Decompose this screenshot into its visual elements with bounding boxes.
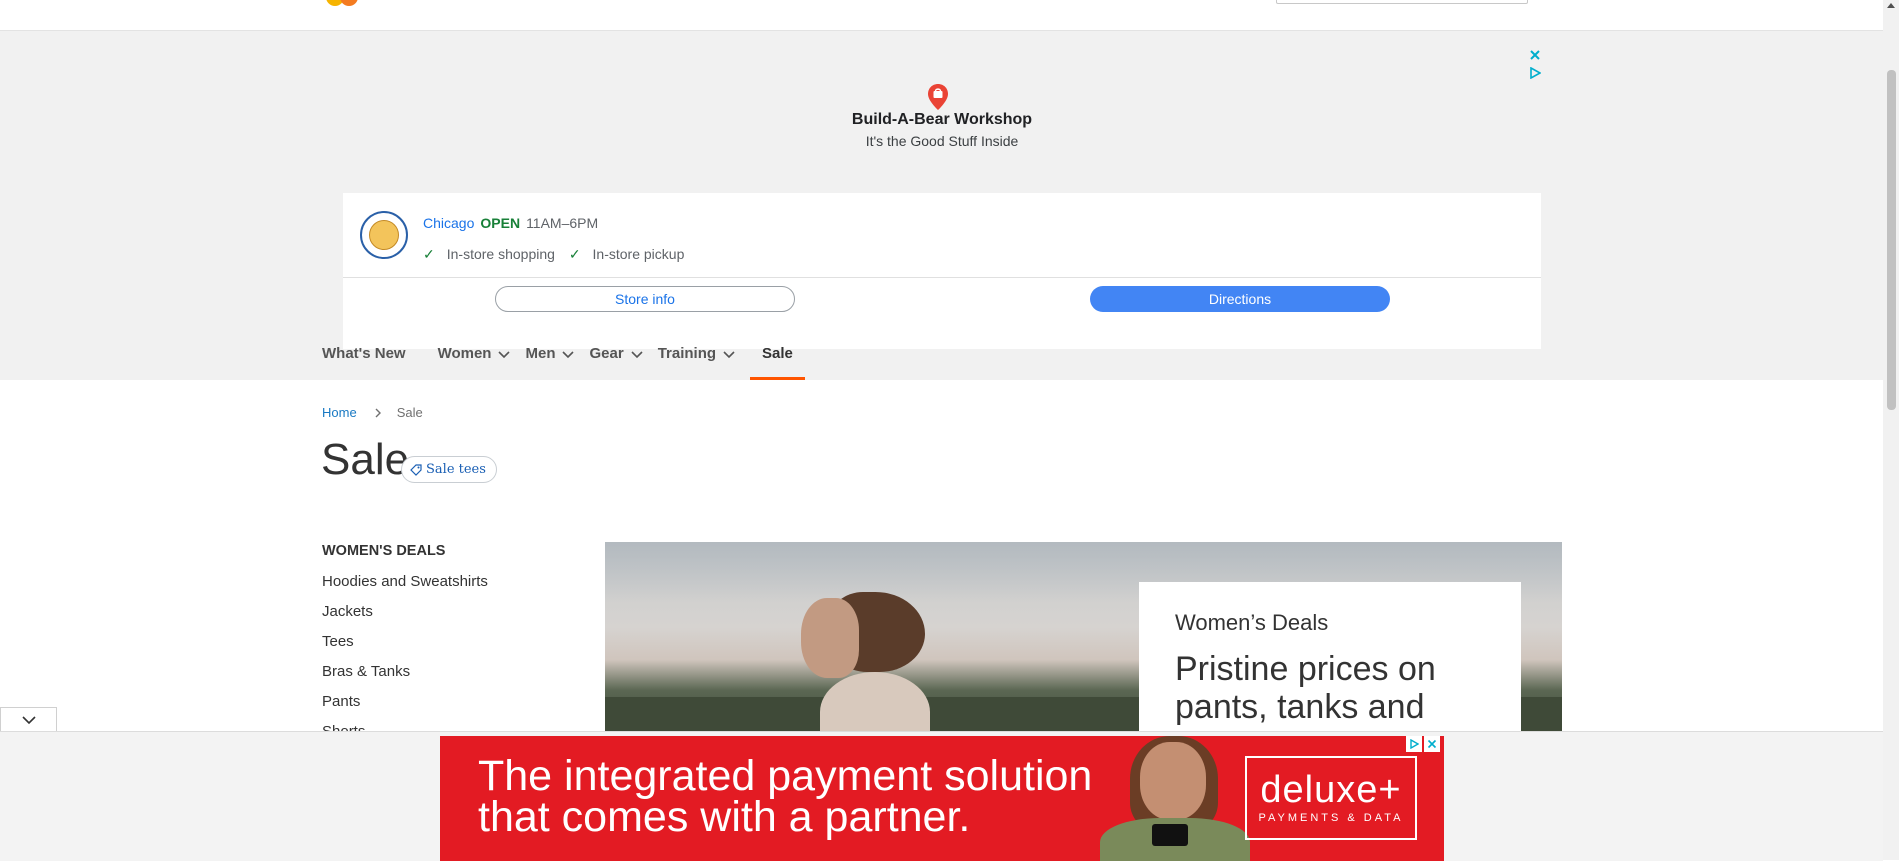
promo-card[interactable]: Women’s Deals Pristine prices on pants, … [1139, 582, 1521, 732]
promo-headline: Pristine prices on pants, tanks and [1175, 650, 1436, 726]
tag-label: Sale tees [426, 462, 486, 477]
close-icon[interactable] [1424, 736, 1440, 752]
banner-person-image [1080, 736, 1270, 861]
adchoices-icon[interactable] [1406, 736, 1422, 752]
nav-item-sale[interactable]: Sale [750, 342, 805, 380]
store-feature: In-store pickup [592, 246, 685, 262]
sidebar-item-pants[interactable]: Pants [322, 693, 488, 723]
sidebar-title: WOMEN'S DEALS [322, 543, 446, 559]
divider [343, 277, 1541, 278]
breadcrumb-current: Sale [396, 405, 423, 420]
site-header [0, 0, 1883, 31]
brand-name: deluxe+ [1260, 769, 1402, 811]
nav-item-men[interactable]: Men [525, 342, 575, 377]
store-hours: 11AM–6PM [526, 215, 599, 231]
nav-label: Gear [589, 345, 624, 362]
main-nav: What's New Women Men Gear Training Sale [322, 342, 805, 380]
check-icon: ✓ [568, 246, 581, 262]
directions-button[interactable]: Directions [1090, 286, 1390, 312]
nav-item-women[interactable]: Women [438, 342, 512, 377]
sticky-ad-bar: The integrated payment solution that com… [0, 731, 1883, 861]
nav-item-gear[interactable]: Gear [589, 342, 643, 377]
hero-model-shoulder [820, 672, 930, 732]
deluxe-ad-banner[interactable]: The integrated payment solution that com… [440, 736, 1444, 861]
sidebar-item-hoodies[interactable]: Hoodies and Sweatshirts [322, 573, 488, 603]
close-icon[interactable] [1529, 49, 1541, 61]
sidebar-item-tees[interactable]: Tees [322, 633, 488, 663]
business-tagline: It's the Good Stuff Inside [865, 133, 1019, 149]
sale-tees-tag[interactable]: Sale tees [401, 456, 497, 483]
store-card[interactable]: Chicago OPEN 11AM–6PM ✓ In-store shopping ✓… [343, 193, 1541, 349]
business-name[interactable]: Build-A-Bear Workshop [343, 111, 1541, 129]
nav-label: Men [525, 345, 556, 362]
sidebar-item-jackets[interactable]: Jackets [322, 603, 488, 633]
chevron-down-icon [21, 715, 36, 724]
local-ad[interactable]: Build-A-Bear Workshop It's the Good Stuf… [343, 41, 1541, 191]
scrollbar[interactable] [1883, 0, 1899, 860]
ad-container: Build-A-Bear Workshop It's the Good Stuf… [0, 31, 1883, 380]
breadcrumb-home-link[interactable]: Home [322, 405, 357, 420]
check-icon: ✓ [423, 246, 435, 262]
store-status-row: Chicago OPEN 11AM–6PM [423, 215, 598, 231]
store-feature: In-store shopping [446, 246, 555, 262]
brand-subtitle: PAYMENTS & DATA [1258, 812, 1404, 824]
store-city[interactable]: Chicago [423, 215, 474, 231]
chevron-down-icon [498, 351, 511, 359]
scroll-up-arrow-icon[interactable] [1887, 2, 1895, 10]
banner-line: The integrated payment solution [478, 752, 1093, 800]
adchoices-icon[interactable] [1529, 67, 1541, 79]
nav-item-training[interactable]: Training [658, 342, 736, 377]
banner-headline: The integrated payment solution that com… [478, 752, 1093, 841]
chevron-down-icon [562, 351, 575, 359]
nav-label: Sale [762, 345, 793, 362]
banner-line: that comes with a partner. [478, 793, 971, 841]
map-pin-icon [928, 84, 948, 110]
page-title: Sale [321, 435, 410, 484]
tag-icon [410, 463, 422, 476]
sidebar-list: Hoodies and Sweatshirts Jackets Tees Bra… [322, 573, 488, 753]
chevron-down-icon [723, 351, 735, 359]
nav-label: Training [657, 345, 717, 362]
store-features: ✓ In-store shopping ✓ In-store pickup [423, 246, 684, 263]
store-logo [360, 211, 408, 259]
store-info-button[interactable]: Store info [495, 286, 795, 312]
search-input[interactable] [1276, 0, 1528, 4]
sidebar-item-bras-tanks[interactable]: Bras & Tanks [322, 663, 488, 693]
store-open-status: OPEN [480, 215, 521, 231]
breadcrumb: Home Sale [322, 405, 423, 420]
card-reader-icon [1152, 824, 1188, 846]
collapse-ad-button[interactable] [0, 707, 57, 731]
scrollbar-thumb[interactable] [1887, 70, 1896, 410]
nav-item-whats-new[interactable]: What's New [322, 342, 406, 377]
logo-icon-accent[interactable] [340, 0, 358, 6]
nav-label: What's New [322, 345, 406, 362]
deluxe-logo: deluxe+ PAYMENTS & DATA [1245, 756, 1417, 840]
chevron-right-icon [375, 408, 381, 417]
chevron-down-icon [631, 351, 643, 359]
nav-label: Women [437, 345, 492, 362]
promo-eyebrow: Women’s Deals [1175, 610, 1329, 635]
hero-banner[interactable]: Women’s Deals Pristine prices on pants, … [605, 542, 1562, 732]
hero-model-image [801, 598, 859, 678]
